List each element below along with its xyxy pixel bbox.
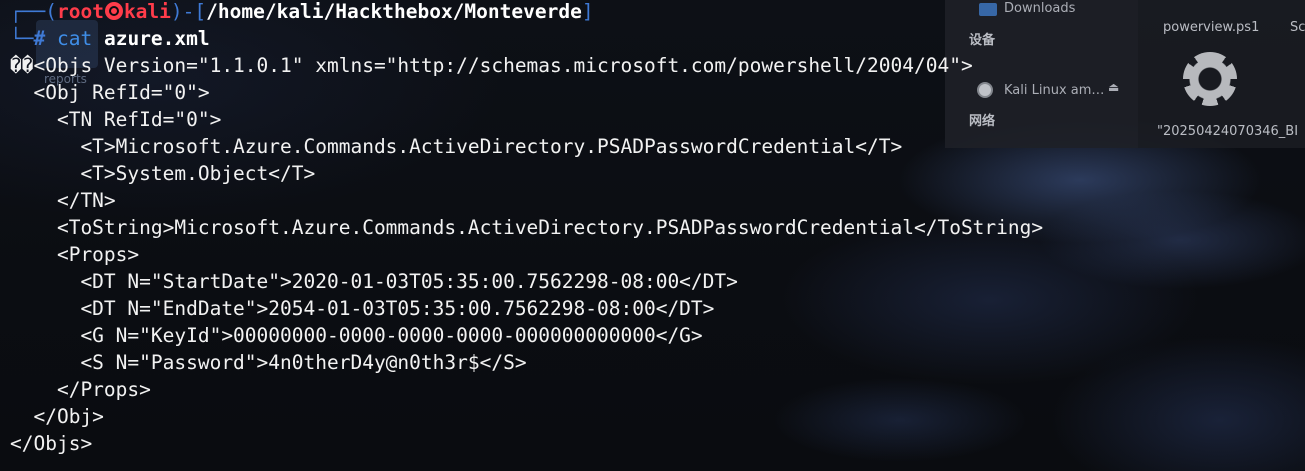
command-name: cat [56,27,93,50]
output-line: <Obj RefId="0"> [10,81,210,104]
output-line: </Obj> [10,405,104,428]
prompt-hash: # [33,27,46,50]
output-line: ��<Objs Version="1.1.0.1" xmlns="http://… [10,54,973,77]
terminal-window[interactable]: ┌──(root kali)-[/home/kali/Hackthebox/Mon… [0,0,1305,471]
output-line: <T>System.Object</T> [10,162,316,185]
prompt-frame-bottom: └─ [10,27,34,50]
output-line: <DT N="StartDate">2020-01-03T05:35:00.75… [10,270,738,293]
output-line-password: <S N="Password">4n0therD4y@n0th3r$</S> [10,351,527,374]
prompt-frame-right: ] [581,0,594,23]
output-line: </Objs> [10,432,93,455]
prompt-frame-left: ┌──( [10,0,57,23]
output-line: <Props> [10,243,140,266]
output-line: <DT N="EndDate">2054-01-03T05:35:00.7562… [10,297,715,320]
prompt-line: ┌──(root kali)-[/home/kali/Hackthebox/Mon… [10,0,594,25]
output-line: </Props> [10,378,151,401]
prompt-user: root [56,0,104,23]
command-argument: azure.xml [103,27,210,50]
command-line: └─# cat azure.xml [10,25,210,52]
output-line: </TN> [10,189,116,212]
prompt-host: kali [123,0,171,23]
prompt-path: /home/kali/Hackthebox/Monteverde [206,0,582,23]
output-line: <T>Microsoft.Azure.Commands.ActiveDirect… [10,135,903,158]
output-line: <G N="KeyId">00000000-0000-0000-0000-000… [10,324,703,347]
output-line: <ToString>Microsoft.Azure.Commands.Activ… [10,216,1044,239]
kali-skull-icon [104,2,123,20]
output-line: <TN RefId="0"> [10,108,222,131]
prompt-frame-mid: )-[ [170,0,207,23]
